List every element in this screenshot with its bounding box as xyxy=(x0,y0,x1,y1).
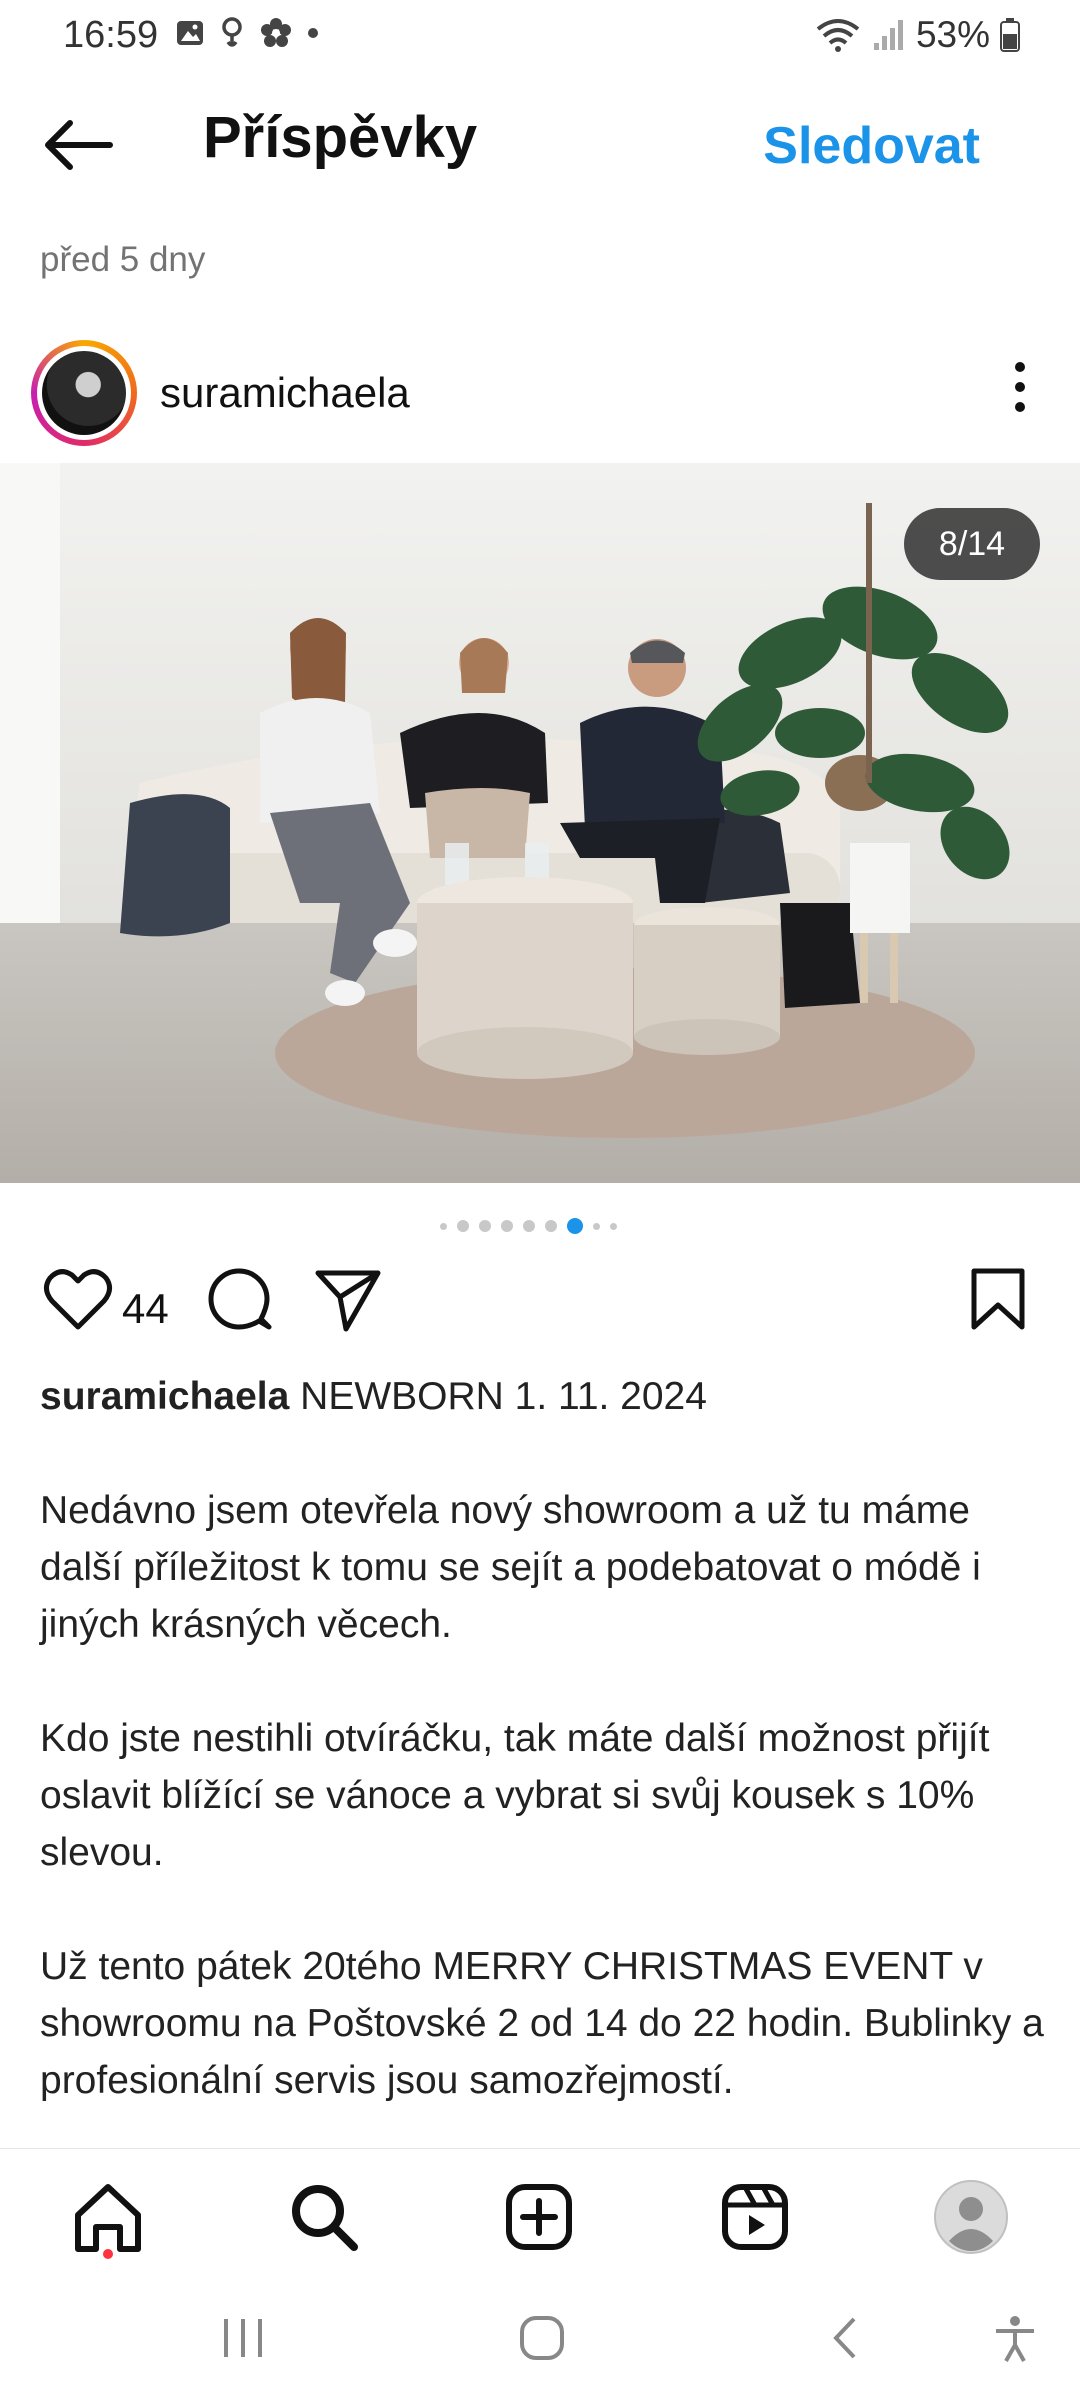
carousel-dot xyxy=(593,1222,600,1230)
system-nav-bar xyxy=(0,2273,1080,2408)
nav-reels[interactable] xyxy=(715,2177,795,2257)
bookmark-icon xyxy=(971,1268,1025,1330)
post-author-row: suramichaela xyxy=(0,335,1080,446)
caption-paragraph: Už tento pátek 20tého MERRY CHRISTMAS EV… xyxy=(40,1945,1044,2102)
notification-dot xyxy=(103,2249,113,2259)
carousel-dot xyxy=(610,1222,617,1230)
save-button[interactable] xyxy=(968,1265,1028,1340)
avatar-image xyxy=(42,351,126,435)
recent-apps-button[interactable] xyxy=(218,2313,268,2368)
header: Příspěvky Sledovat xyxy=(0,90,1080,200)
search-icon xyxy=(292,2185,358,2251)
signal-icon xyxy=(873,20,903,50)
caption-username[interactable]: suramichaela xyxy=(40,1375,289,1418)
arrow-left-icon xyxy=(45,120,113,170)
image-counter: 8/14 xyxy=(904,508,1040,580)
status-icons-right: 53% xyxy=(814,14,1020,56)
flower-icon xyxy=(261,18,291,47)
more-vertical-icon xyxy=(1015,362,1025,412)
like-button[interactable] xyxy=(42,1265,114,1340)
status-time: 16:59 xyxy=(63,14,159,56)
carousel-dot xyxy=(523,1220,535,1232)
recent-apps-icon xyxy=(224,2319,262,2357)
caption-header: suramichaela NEWBORN 1. 11. 2024 xyxy=(40,1368,1050,1425)
comment-button[interactable] xyxy=(203,1265,275,1340)
reels-icon xyxy=(722,2184,788,2250)
profile-icon xyxy=(934,2180,1008,2254)
home-circle-icon xyxy=(520,2316,564,2360)
post-caption: suramichaela NEWBORN 1. 11. 2024 Nedávno… xyxy=(40,1368,1050,2166)
post-time: před 5 dny xyxy=(40,240,206,279)
system-back-button[interactable] xyxy=(820,2313,870,2368)
home-icon xyxy=(75,2184,141,2252)
battery-icon xyxy=(1000,18,1020,52)
share-button[interactable] xyxy=(312,1265,384,1340)
carousel-dots xyxy=(440,1218,617,1234)
page-title: Příspěvky xyxy=(203,105,478,170)
send-icon xyxy=(315,1270,381,1332)
wifi-icon xyxy=(816,19,860,52)
like-count[interactable]: 44 xyxy=(122,1285,169,1333)
author-username[interactable]: suramichaela xyxy=(160,369,410,417)
back-button[interactable] xyxy=(40,110,120,180)
caption-title: NEWBORN 1. 11. 2024 xyxy=(300,1375,707,1418)
status-icons-left xyxy=(175,16,319,50)
accessibility-button[interactable] xyxy=(990,2313,1040,2368)
chevron-left-icon xyxy=(833,2317,856,2359)
follow-button[interactable]: Sledovat xyxy=(763,116,980,176)
nav-home[interactable] xyxy=(68,2177,148,2257)
create-icon xyxy=(506,2184,572,2250)
author-avatar[interactable] xyxy=(31,340,137,446)
carousel-dot xyxy=(501,1220,513,1232)
heart-icon xyxy=(44,1269,112,1330)
carousel-dot-active xyxy=(567,1218,583,1234)
gallery-icon xyxy=(177,21,203,45)
dot-icon xyxy=(308,28,318,38)
caption-paragraph: Kdo jste nestihli otvíráčku, tak máte da… xyxy=(40,1717,990,1874)
accessibility-icon xyxy=(996,2316,1034,2362)
carousel-dot xyxy=(457,1220,469,1232)
battery-percent: 53% xyxy=(915,14,990,55)
carousel-dot xyxy=(545,1220,557,1232)
carousel-dot xyxy=(479,1220,491,1232)
nav-create[interactable] xyxy=(499,2177,579,2257)
caption-paragraph: Nedávno jsem otevřela nový showroom a už… xyxy=(40,1489,981,1646)
location-icon xyxy=(222,17,242,47)
post-image[interactable]: 8/14 xyxy=(0,463,1080,1183)
nav-profile[interactable] xyxy=(931,2177,1011,2257)
bottom-nav xyxy=(0,2148,1080,2273)
comment-icon xyxy=(208,1268,272,1330)
post-actions: 44 xyxy=(0,1265,1080,1365)
status-bar: 16:59 53% xyxy=(0,0,1080,70)
more-options-button[interactable] xyxy=(1000,357,1040,417)
home-system-button[interactable] xyxy=(517,2313,567,2368)
carousel-dot xyxy=(440,1222,447,1230)
nav-search[interactable] xyxy=(284,2177,364,2257)
